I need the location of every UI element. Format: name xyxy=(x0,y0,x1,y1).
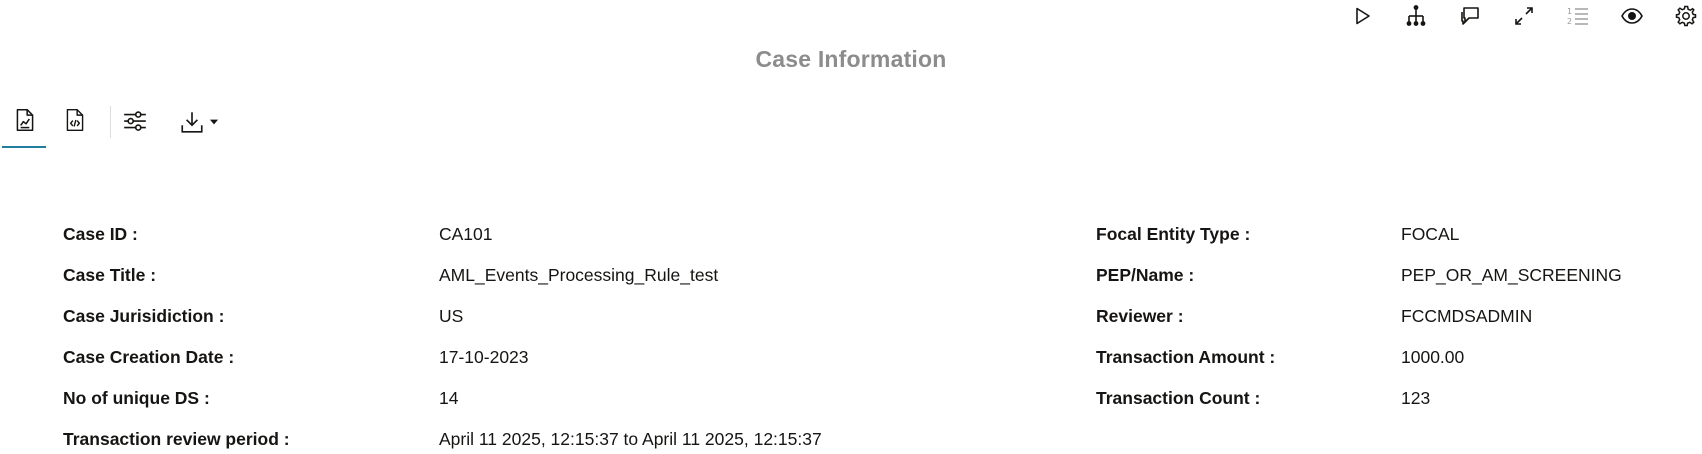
transaction-count-value: 123 xyxy=(1401,388,1431,408)
reviewer-label: Reviewer : xyxy=(1096,306,1184,326)
transaction-amount-label: Transaction Amount : xyxy=(1096,347,1276,367)
case-title-label: Case Title : xyxy=(63,265,157,285)
case-jurisdiction-label: Case Jurisidiction : xyxy=(63,306,225,326)
case-info-grid: Case ID : CA101 Case Title : AML_Events_… xyxy=(0,0,1702,454)
unique-ds-label: No of unique DS : xyxy=(63,388,210,408)
transaction-count-label: Transaction Count : xyxy=(1096,388,1261,408)
case-creation-date-value: 17-10-2023 xyxy=(439,347,529,367)
pep-name-value: PEP_OR_AM_SCREENING xyxy=(1401,265,1622,285)
unique-ds-value: 14 xyxy=(439,388,459,408)
transaction-amount-value: 1000.00 xyxy=(1401,347,1465,367)
case-jurisdiction-value: US xyxy=(439,306,464,326)
focal-entity-type-value: FOCAL xyxy=(1401,224,1460,244)
transaction-review-period-label: Transaction review period : xyxy=(63,429,290,449)
pep-name-label: PEP/Name : xyxy=(1096,265,1195,285)
focal-entity-type-label: Focal Entity Type : xyxy=(1096,224,1251,244)
reviewer-value: FCCMDSADMIN xyxy=(1401,306,1533,326)
case-id-value: CA101 xyxy=(439,224,493,244)
case-creation-date-label: Case Creation Date : xyxy=(63,347,235,367)
case-id-label: Case ID : xyxy=(63,224,138,244)
transaction-review-period-value: April 11 2025, 12:15:37 to April 11 2025… xyxy=(439,429,822,449)
case-title-value: AML_Events_Processing_Rule_test xyxy=(439,265,719,285)
